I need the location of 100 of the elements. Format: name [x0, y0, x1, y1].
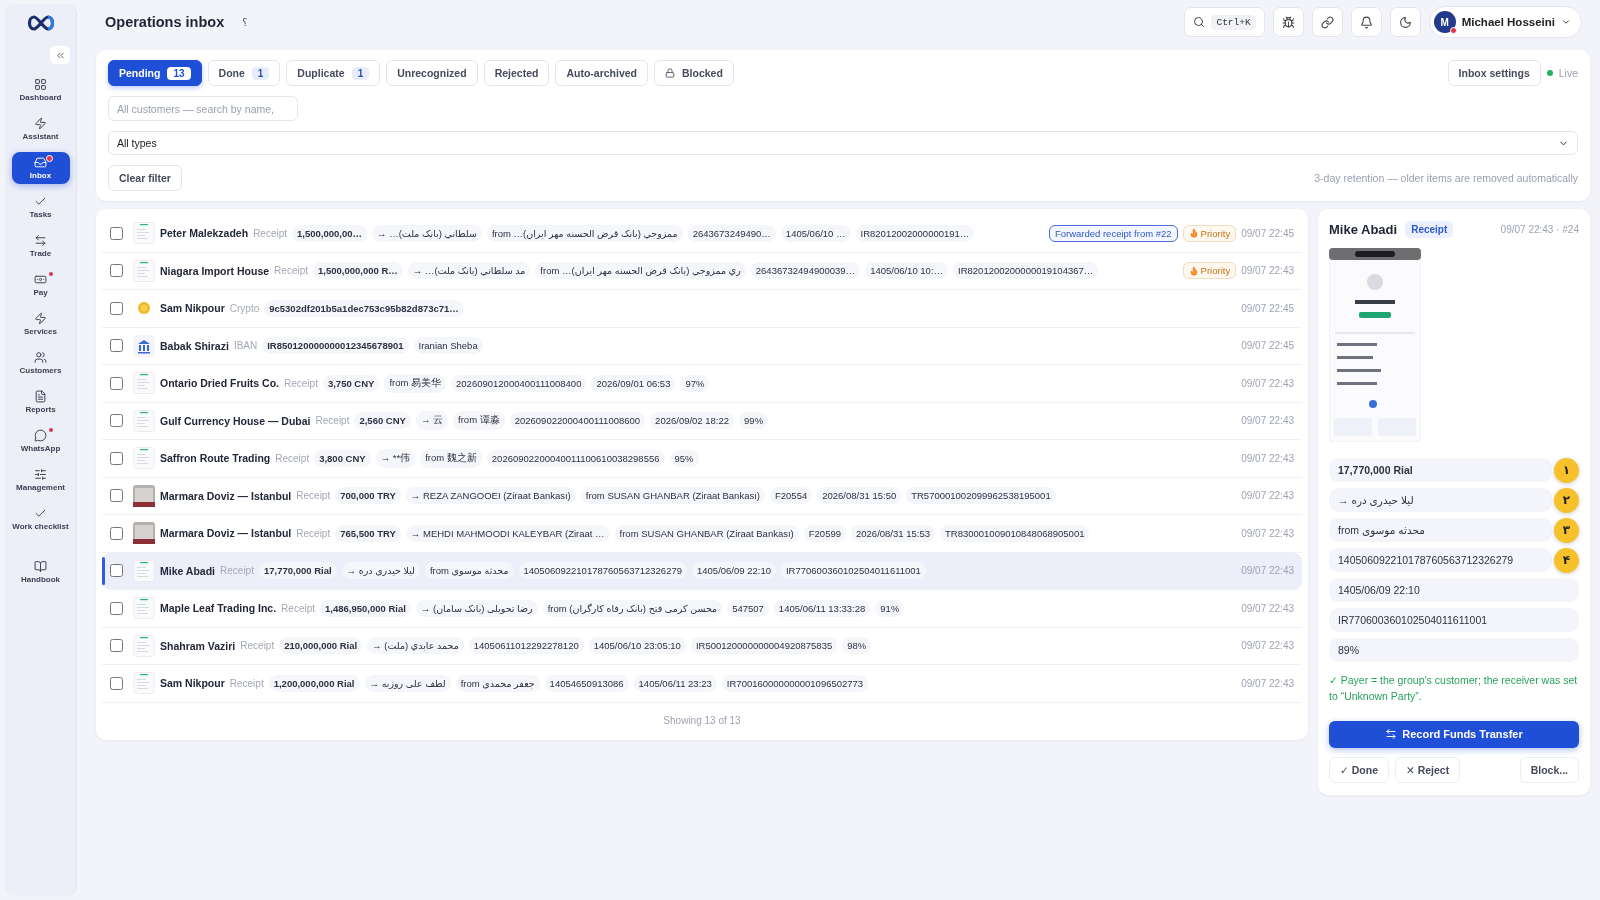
- detail-chip: IR500120000000004920875835: [690, 637, 838, 655]
- customer-name: Sam Nikpour: [160, 677, 225, 690]
- item-type: Receipt: [240, 640, 275, 652]
- detail-chip: 1405/06/11 13:33:28: [773, 599, 871, 617]
- theme-button[interactable]: [1389, 7, 1421, 37]
- detail-chip: 202609012000400111008400: [451, 374, 587, 392]
- receipt-thumbnail: [133, 484, 155, 507]
- sidebar-item[interactable]: Customers: [11, 347, 70, 379]
- type-select[interactable]: All types: [108, 131, 1578, 155]
- block-button[interactable]: Block...: [1519, 756, 1579, 783]
- user-menu[interactable]: M Michael Hosseini: [1428, 6, 1582, 38]
- page-title: Operations inbox: [105, 14, 225, 30]
- flame-icon: [1188, 228, 1199, 239]
- row-checkbox[interactable]: [110, 376, 123, 390]
- receipt-thumbnail: [133, 522, 155, 545]
- detail-chip: 1,500,000,00…: [292, 224, 367, 242]
- people-icon: [34, 351, 47, 364]
- row-checkbox[interactable]: [110, 301, 123, 315]
- item-type: Crypto: [229, 302, 260, 314]
- sidebar-item[interactable]: Dashboard: [11, 74, 70, 106]
- inbox-row[interactable]: Marmara Doviz — Istanbul Receipt 765,500 TRY → MEHDI MAHMOODI KALEYBAR (Ziraat … from SUSAN GHANBAR (Ziraat Bankası) F20599 2026/08/31 15:53 TR830001009010848068905001 09/07 22:43: [102, 515, 1302, 553]
- row-checkbox[interactable]: [110, 526, 123, 540]
- search-button[interactable]: Ctrl+K: [1184, 7, 1265, 37]
- clear-filter-button[interactable]: Clear filter: [108, 165, 182, 191]
- search-field[interactable]: All customers — search by name,: [108, 96, 298, 121]
- bug-button[interactable]: [1272, 7, 1304, 37]
- sidebar-item[interactable]: Work checklist: [11, 503, 70, 535]
- row-checkbox[interactable]: [110, 639, 123, 653]
- row-checkbox[interactable]: [110, 564, 123, 578]
- sidebar-item[interactable]: Trade: [11, 230, 70, 262]
- row-checkbox[interactable]: [110, 601, 123, 615]
- sidebar-item[interactable]: Inbox: [11, 152, 70, 184]
- detail-chip: → لطف علی روزبه: [364, 674, 451, 692]
- sidebar-item[interactable]: Tasks: [11, 191, 70, 223]
- detail-chip: 9c5302df201b5a1dec753c95b82d873c71…: [264, 299, 464, 317]
- help-mark[interactable]: ؟: [242, 16, 248, 28]
- inbox-row[interactable]: Saffron Route Trading Receipt 3,800 CNY → **伟 from 魏之新 20260902200040011100610038298556 95% 09/07 22:43: [102, 440, 1302, 478]
- row-checkbox[interactable]: [110, 489, 123, 503]
- bell-icon: [1359, 15, 1373, 29]
- caret-icon: [1561, 17, 1571, 27]
- notifications-button[interactable]: [1350, 7, 1382, 37]
- row-time: 09/07 22:43: [1241, 490, 1294, 502]
- detail-chip: IR8201200200000019104367…: [953, 262, 1099, 280]
- detail-chip: → محمد عابدي (ملت): [367, 637, 464, 655]
- customer-name: Marmara Doviz — Istanbul: [160, 527, 292, 540]
- sidebar-item[interactable]: Handbook: [11, 556, 70, 588]
- avatar: M: [1433, 11, 1456, 33]
- detail-chip: → رضا تحویلی (بانک سامان): [415, 599, 538, 617]
- detail-field: IR770600360102504011611001: [1329, 608, 1579, 632]
- reject-button[interactable]: ✕ Reject: [1394, 756, 1461, 783]
- sidebar-item[interactable]: Management: [11, 464, 70, 496]
- tab[interactable]: Duplicate 1: [286, 60, 381, 86]
- customer-name: Peter Malekzadeh: [160, 227, 249, 240]
- detail-chip: 1405/06/10 …: [780, 224, 851, 242]
- detail-chip: 91%: [875, 599, 905, 617]
- number-marker: ٢: [1554, 487, 1579, 513]
- tab-label: Auto-archived: [566, 67, 637, 79]
- inbox-row[interactable]: Gulf Currency House — Dubai Receipt 2,560 CNY → 云 from 谭淼 202609022000400111008600 2026/09/02 18:22 99% 09/07 22:43: [102, 402, 1302, 440]
- tab[interactable]: Auto-archived: [555, 60, 648, 86]
- row-checkbox[interactable]: [110, 339, 123, 353]
- row-checkbox[interactable]: [110, 676, 123, 690]
- tab[interactable]: Pending 13: [108, 60, 202, 86]
- record-transfer-button[interactable]: Record Funds Transfer: [1329, 720, 1579, 748]
- detail-chip: from محدثه موسوی: [424, 562, 514, 580]
- detail-chip: 1405/06/11 23:23: [633, 674, 717, 692]
- type-tag: Receipt: [1405, 221, 1454, 238]
- detail-chip: 1405/06/10 23:05:10: [588, 637, 686, 655]
- match-note: ✓ Payer = the group’s customer; the receiver was set to “Unknown Party”.: [1329, 673, 1579, 705]
- row-checkbox[interactable]: [110, 414, 123, 428]
- link-button[interactable]: [1311, 7, 1343, 37]
- sidebar-item[interactable]: WhatsApp: [11, 425, 70, 457]
- item-type: Receipt: [274, 265, 308, 277]
- row-checkbox[interactable]: [110, 264, 123, 278]
- tab[interactable]: Rejected: [483, 60, 550, 86]
- tab[interactable]: Blocked: [654, 60, 734, 86]
- sidebar-item[interactable]: Reports: [11, 386, 70, 418]
- sidebar-item[interactable]: Pay: [11, 269, 70, 301]
- detail-chip: → MEHDI MAHMOODI KALEYBAR (Ziraat …: [405, 524, 610, 542]
- inbox-row[interactable]: Marmara Doviz — Istanbul Receipt 700,000 TRY → REZA ZANGOOEI (Ziraat Bankası) from SUSAN GHANBAR (Ziraat Bankası) F20554 2026/08/31 15:50 TR570001002099962538195001 09/07 22:43: [102, 477, 1302, 515]
- row-checkbox[interactable]: [110, 226, 123, 240]
- priority-label: Priority: [1200, 227, 1231, 239]
- inbox-row[interactable]: Sam Nikpour Crypto 9c5302df201b5a1dec753c95b82d873c71… 09/07 22:45: [102, 290, 1302, 328]
- tab[interactable]: Unrecognized: [386, 60, 478, 86]
- tab[interactable]: Done 1: [207, 60, 281, 86]
- detail-chip: 765,500 TRY: [335, 524, 401, 542]
- sidebar-item[interactable]: Services: [11, 308, 70, 340]
- row-time: 09/07 22:43: [1241, 677, 1294, 689]
- row-checkbox[interactable]: [110, 451, 123, 465]
- customer-name: Mike Abadi: [160, 564, 216, 577]
- detail-chip: 3,800 CNY: [314, 449, 371, 467]
- done-button[interactable]: ✓ Done: [1329, 756, 1389, 783]
- collapse-button[interactable]: [50, 46, 70, 64]
- settings-button[interactable]: Inbox settings: [1447, 60, 1541, 86]
- inbox-row[interactable]: Babak Shirazi IBAN IR850120000000012345678901 Iranian Sheba 09/07 22:45: [102, 327, 1302, 365]
- detail-name: Mike Abadi: [1329, 222, 1398, 237]
- inbox-row[interactable]: Ontario Dried Fruits Co. Receipt 3,750 CNY from 易美华 202609012000400111008400 2026/09/01 06:53 97% 09/07 22:43: [102, 365, 1302, 403]
- detail-chip: Iranian Sheba: [413, 337, 483, 355]
- item-type: Receipt: [284, 377, 318, 389]
- sidebar-item[interactable]: Assistant: [11, 113, 70, 145]
- row-time: 09/07 22:45: [1241, 340, 1294, 352]
